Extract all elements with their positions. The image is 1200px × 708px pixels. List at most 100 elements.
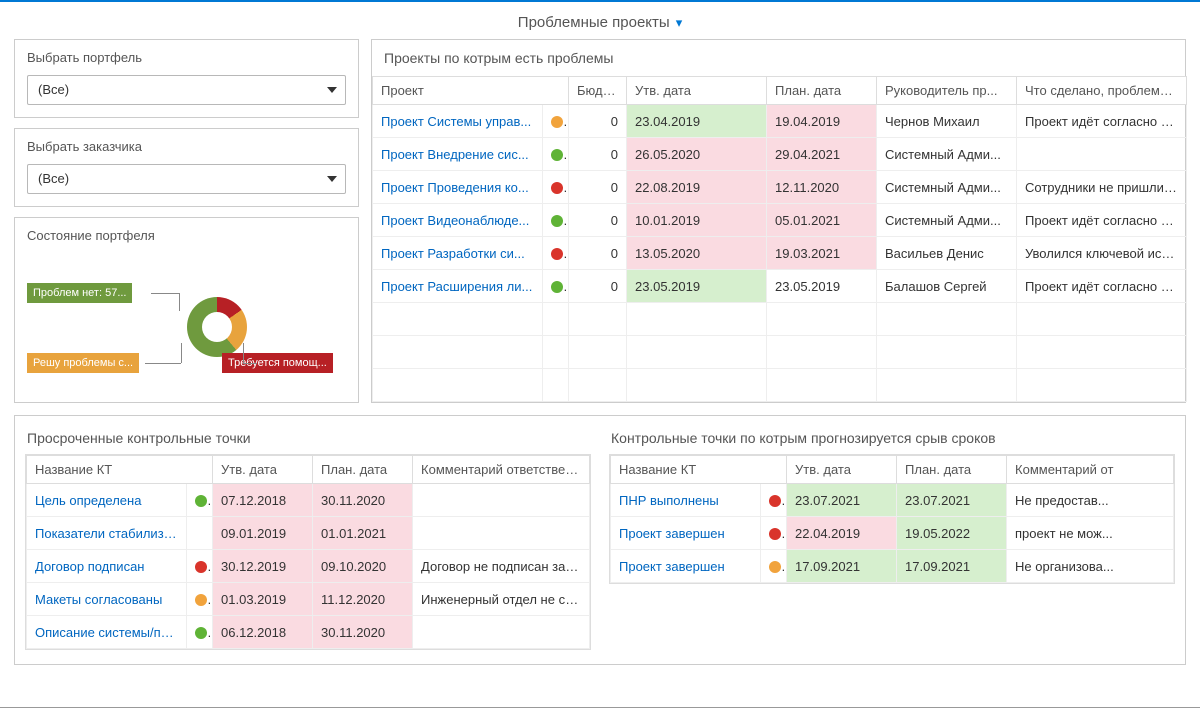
- status-cell: [543, 270, 569, 303]
- col-risk-planned[interactable]: План. дата: [897, 456, 1007, 484]
- kt-link[interactable]: Договор подписан: [27, 550, 187, 583]
- projects-table-title: Проекты по котрым есть проблемы: [372, 40, 1185, 76]
- donut-label-will-solve[interactable]: Решу проблемы с...: [27, 353, 139, 373]
- comment-cell: [413, 616, 590, 649]
- col-risk-comment[interactable]: Комментарий от: [1007, 456, 1174, 484]
- comment-cell: Не организова...: [1007, 550, 1174, 583]
- table-row[interactable]: Проект завершен17.09.202117.09.2021Не ор…: [611, 550, 1174, 583]
- budget-cell: 0: [569, 138, 627, 171]
- planned-cell: 30.11.2020: [313, 484, 413, 517]
- table-row[interactable]: Договор подписан30.12.201909.10.2020Дого…: [27, 550, 590, 583]
- status-cell: [187, 583, 213, 616]
- approved-cell: 30.12.2019: [213, 550, 313, 583]
- table-row[interactable]: Проект Расширения ли...023.05.201923.05.…: [373, 270, 1187, 303]
- col-kt-comment[interactable]: Комментарий ответственного: [413, 456, 590, 484]
- col-project[interactable]: Проект: [373, 77, 569, 105]
- manager-cell: Васильев Денис: [877, 237, 1017, 270]
- customer-select-value: (Все): [38, 171, 69, 186]
- col-kt-name[interactable]: Название КТ: [27, 456, 213, 484]
- col-planned[interactable]: План. дата: [767, 77, 877, 105]
- comment-cell: Не предостав...: [1007, 484, 1174, 517]
- approved-cell: 09.01.2019: [213, 517, 313, 550]
- table-row[interactable]: Показатели стабилизиро... 09.01.201901.01…: [27, 517, 590, 550]
- kt-link[interactable]: Проект завершен: [611, 550, 761, 583]
- planned-cell: 17.09.2021: [897, 550, 1007, 583]
- status-cell: [543, 237, 569, 270]
- risk-table: Название КТ Утв. дата План. дата Коммент…: [610, 455, 1174, 583]
- project-link[interactable]: Проект Разработки си...: [373, 237, 543, 270]
- table-row[interactable]: Проект завершен22.04.201919.05.2022проек…: [611, 517, 1174, 550]
- status-dot-icon: [195, 495, 207, 507]
- col-manager[interactable]: Руководитель пр...: [877, 77, 1017, 105]
- col-budget[interactable]: Бюдж...: [569, 77, 627, 105]
- planned-cell: 23.05.2019: [767, 270, 877, 303]
- note-cell: Сотрудники не пришли ...: [1017, 171, 1187, 204]
- kt-link[interactable]: Цель определена: [27, 484, 187, 517]
- status-cell: [187, 550, 213, 583]
- planned-cell: 23.07.2021: [897, 484, 1007, 517]
- project-link[interactable]: Проект Системы управ...: [373, 105, 543, 138]
- table-row[interactable]: Проект Видеонаблюде...010.01.201905.01.2…: [373, 204, 1187, 237]
- planned-cell: 19.04.2019: [767, 105, 877, 138]
- donut-label-no-problems[interactable]: Проблем нет: 57...: [27, 283, 132, 303]
- customer-filter-label: Выбрать заказчика: [27, 139, 346, 154]
- approved-cell: 22.08.2019: [627, 171, 767, 204]
- table-row[interactable]: Проект Системы управ...023.04.201919.04.…: [373, 105, 1187, 138]
- planned-cell: 01.01.2021: [313, 517, 413, 550]
- col-approved[interactable]: Утв. дата: [627, 77, 767, 105]
- table-row[interactable]: Проект Внедрение сис...026.05.202029.04.…: [373, 138, 1187, 171]
- approved-cell: 22.04.2019: [787, 517, 897, 550]
- table-row-empty: [373, 369, 1187, 402]
- status-dot-icon: [195, 594, 207, 606]
- approved-cell: 23.04.2019: [627, 105, 767, 138]
- kt-link[interactable]: Описание системы/пр...: [27, 616, 187, 649]
- budget-cell: 0: [569, 171, 627, 204]
- col-risk-name[interactable]: Название КТ: [611, 456, 787, 484]
- table-row[interactable]: Описание системы/пр...06.12.201830.11.20…: [27, 616, 590, 649]
- table-row[interactable]: ПНР выполнены23.07.202123.07.2021Не пред…: [611, 484, 1174, 517]
- table-row[interactable]: Макеты согласованы01.03.201911.12.2020Ин…: [27, 583, 590, 616]
- dashboard-root: Проблемные проекты ▾ Выбрать портфель (В…: [0, 2, 1200, 707]
- kt-link[interactable]: Проект завершен: [611, 517, 761, 550]
- status-dot-icon: [769, 561, 781, 573]
- portfolio-filter-label: Выбрать портфель: [27, 50, 346, 65]
- status-dot-icon: [769, 528, 781, 540]
- comment-cell: Договор не подписан заказчико...: [413, 550, 590, 583]
- kt-link[interactable]: ПНР выполнены: [611, 484, 761, 517]
- donut-label-need-help[interactable]: Требуется помощ...: [222, 353, 333, 373]
- col-kt-approved[interactable]: Утв. дата: [213, 456, 313, 484]
- approved-cell: 07.12.2018: [213, 484, 313, 517]
- customer-select[interactable]: (Все): [27, 164, 346, 194]
- status-dot-icon: [551, 149, 563, 161]
- kt-link[interactable]: Показатели стабилизиро...: [27, 517, 187, 550]
- col-note[interactable]: Что сделано, проблемы...: [1017, 77, 1187, 105]
- project-link[interactable]: Проект Внедрение сис...: [373, 138, 543, 171]
- approved-cell: 17.09.2021: [787, 550, 897, 583]
- kt-link[interactable]: Макеты согласованы: [27, 583, 187, 616]
- portfolio-select[interactable]: (Все): [27, 75, 346, 105]
- table-row[interactable]: Проект Проведения ко...022.08.201912.11.…: [373, 171, 1187, 204]
- status-dot-icon: [195, 627, 207, 639]
- comment-cell: Инженерный отдел не согласуе...: [413, 583, 590, 616]
- comment-cell: проект не мож...: [1007, 517, 1174, 550]
- note-cell: Проект идёт согласно п...: [1017, 105, 1187, 138]
- approved-cell: 10.01.2019: [627, 204, 767, 237]
- page-title-row: Проблемные проекты ▾: [14, 14, 1186, 31]
- planned-cell: 29.04.2021: [767, 138, 877, 171]
- approved-cell: 23.05.2019: [627, 270, 767, 303]
- project-link[interactable]: Проект Расширения ли...: [373, 270, 543, 303]
- approved-cell: 01.03.2019: [213, 583, 313, 616]
- col-kt-planned[interactable]: План. дата: [313, 456, 413, 484]
- status-cell: [761, 550, 787, 583]
- table-row[interactable]: Цель определена 07.12.201830.11.2020: [27, 484, 590, 517]
- projects-table: Проект Бюдж... Утв. дата План. дата Руко…: [372, 76, 1187, 402]
- col-risk-approved[interactable]: Утв. дата: [787, 456, 897, 484]
- portfolio-state-title: Состояние портфеля: [27, 228, 346, 243]
- project-link[interactable]: Проект Проведения ко...: [373, 171, 543, 204]
- manager-cell: Системный Адми...: [877, 204, 1017, 237]
- project-link[interactable]: Проект Видеонаблюде...: [373, 204, 543, 237]
- manager-cell: Системный Адми...: [877, 171, 1017, 204]
- table-row[interactable]: Проект Разработки си...013.05.202019.03.…: [373, 237, 1187, 270]
- status-cell: [187, 484, 213, 517]
- filter-icon[interactable]: ▾: [676, 15, 683, 31]
